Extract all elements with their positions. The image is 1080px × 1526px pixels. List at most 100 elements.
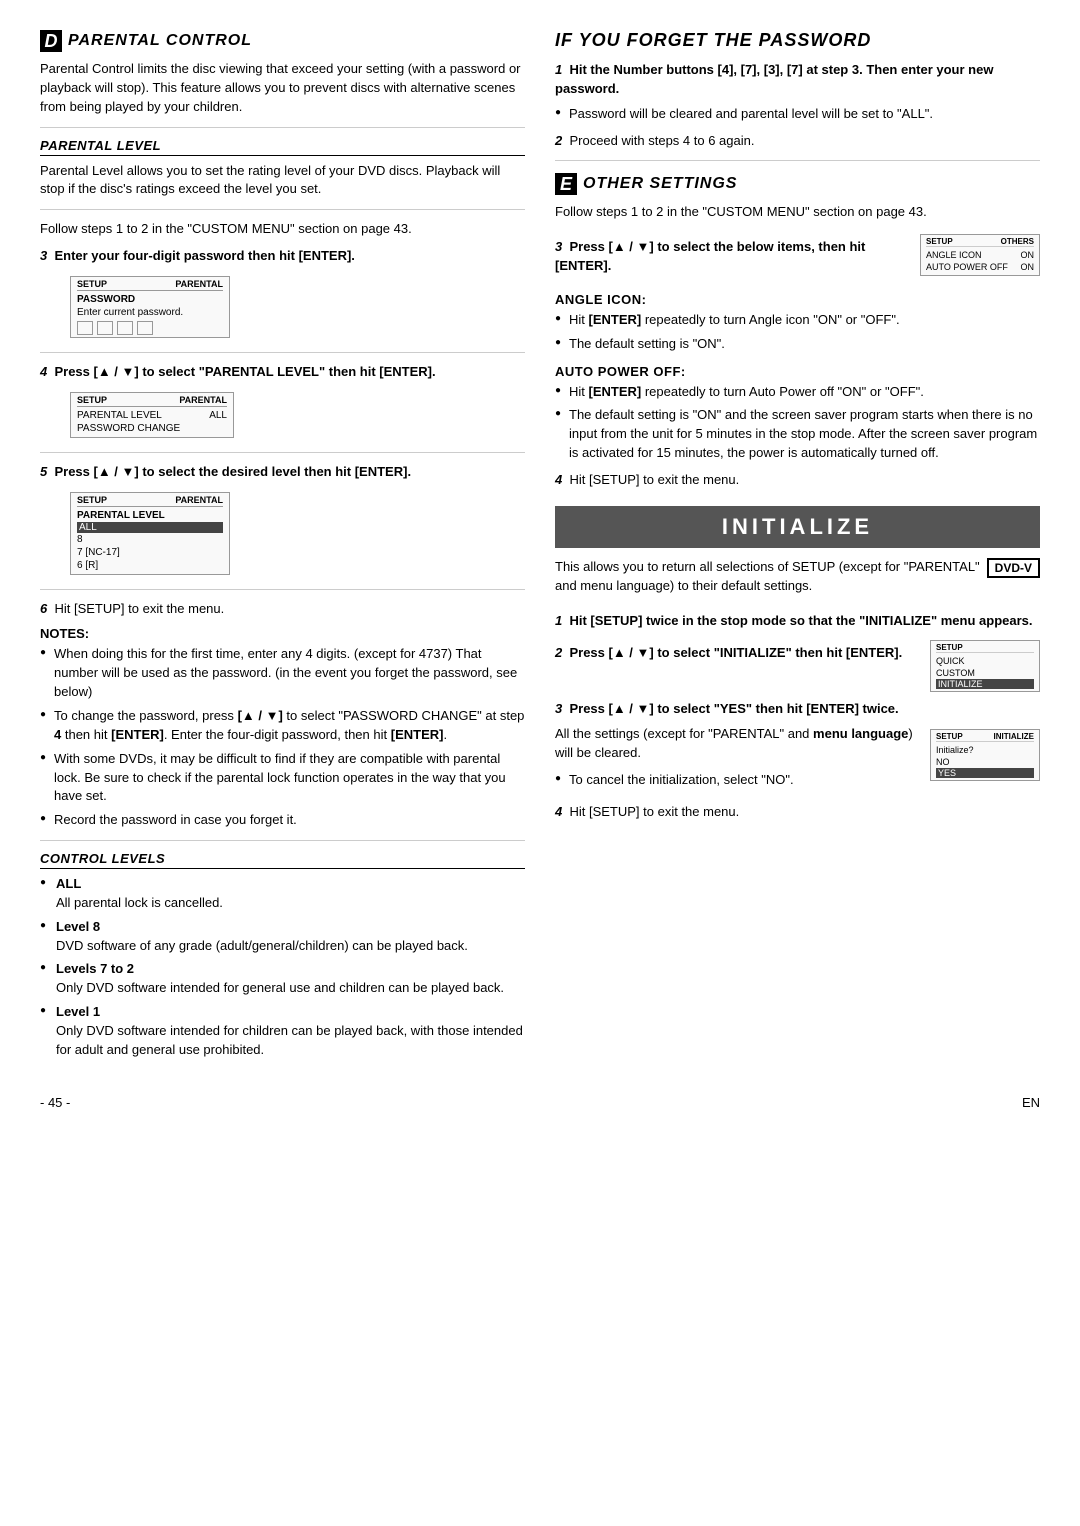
init-step2-content: 2 Press [▲ / ▼] to select "INITIALIZE" t… (555, 636, 920, 669)
section-e-title: OTHER SETTINGS (583, 175, 737, 193)
auto-bullet-1: Hit [ENTER] repeatedly to turn Auto Powe… (555, 383, 1040, 402)
level-7to2-text: Only DVD software intended for general u… (56, 980, 504, 995)
screen-others-row1: ANGLE ICON ON (926, 249, 1034, 261)
step-6: 6 Hit [SETUP] to exit the menu. (40, 600, 525, 619)
screen1-header-left: SETUP (77, 279, 107, 289)
if-step-1: 1 Hit the Number buttons [4], [7], [3], … (555, 61, 1040, 99)
screen-init3-header: SETUP INITIALIZE (936, 732, 1034, 742)
step3e-text: Press [▲ / ▼] to select the below items,… (555, 239, 865, 273)
screen1-header-right: PARENTAL (175, 279, 223, 289)
note-2: To change the password, press [▲ / ▼] to… (40, 707, 525, 745)
step5-num: 5 (40, 464, 47, 479)
divider-5 (40, 589, 525, 590)
screen2-row1-val: ALL (209, 410, 227, 421)
screen-others-row1-val: ON (1021, 250, 1035, 260)
level-8-text: DVD software of any grade (adult/general… (56, 938, 468, 953)
screen-init3-row-yes: YES (936, 768, 1034, 778)
section-d-intro: Parental Control limits the disc viewing… (40, 60, 525, 117)
divider-1 (40, 127, 525, 128)
step4-num: 4 (40, 364, 47, 379)
screen-password: SETUP PARENTAL PASSWORD Enter current pa… (70, 276, 230, 338)
if-step1-text: Hit the Number buttons [4], [7], [3], [7… (555, 62, 993, 96)
screen1-row2: Enter current password. (77, 306, 223, 319)
step4e-text: Hit [SETUP] to exit the menu. (569, 472, 739, 487)
init-step3-text: Press [▲ / ▼] to select "YES" then hit [… (569, 701, 898, 716)
init-step1-num: 1 (555, 613, 562, 628)
screen3-row0: PARENTAL LEVEL (77, 509, 223, 522)
screen1-inputs (77, 321, 223, 335)
init-step-1: 1 Hit [SETUP] twice in the stop mode so … (555, 612, 1040, 631)
screen-others: SETUP OTHERS ANGLE ICON ON AUTO POWER OF… (920, 234, 1040, 276)
screen-others-row1-label: ANGLE ICON (926, 250, 982, 260)
level-7to2-label: Levels 7 to 2 (56, 961, 134, 976)
parental-level-heading: PARENTAL LEVEL (40, 138, 525, 156)
step3-others-content: 3 Press [▲ / ▼] to select the below item… (555, 230, 910, 282)
section-e-letter: E (555, 173, 577, 195)
init-step-3: 3 Press [▲ / ▼] to select "YES" then hit… (555, 700, 1040, 719)
step3-others-row: 3 Press [▲ / ▼] to select the below item… (555, 230, 1040, 282)
control-levels-list: ALLAll parental lock is cancelled. Level… (40, 875, 525, 1060)
left-column: D PARENTAL CONTROL Parental Control limi… (40, 30, 525, 1065)
screen3-header-left: SETUP (77, 495, 107, 505)
step-3-others: 3 Press [▲ / ▼] to select the below item… (555, 238, 910, 276)
screen-init-2: SETUP QUICK CUSTOM INITIALIZE (930, 640, 1040, 692)
section-d-header: D PARENTAL CONTROL (40, 30, 525, 52)
step-5-level: 5 Press [▲ / ▼] to select the desired le… (40, 463, 525, 482)
init-step3-bullets: To cancel the initialization, select "NO… (555, 771, 920, 790)
screen-others-header: SETUP OTHERS (926, 237, 1034, 247)
auto-bullet-2: The default setting is "ON" and the scre… (555, 406, 1040, 463)
notes-list: When doing this for the first time, ente… (40, 645, 525, 830)
init-step-2: 2 Press [▲ / ▼] to select "INITIALIZE" t… (555, 644, 920, 663)
screen1-header: SETUP PARENTAL (77, 279, 223, 291)
input-box-1 (77, 321, 93, 335)
init-bullet-1: To cancel the initialization, select "NO… (555, 771, 920, 790)
init-step3-num: 3 (555, 701, 562, 716)
screen2-row1: PARENTAL LEVEL ALL (77, 409, 227, 422)
auto-power-heading: AUTO POWER OFF: (555, 364, 1040, 379)
right-column: IF YOU FORGET THE PASSWORD 1 Hit the Num… (555, 30, 1040, 1065)
if-password-bullets: Password will be cleared and parental le… (555, 105, 1040, 124)
screen3-row-8: 8 (77, 533, 223, 546)
screen-init-3: SETUP INITIALIZE Initialize? NO YES (930, 729, 1040, 781)
angle-icon-bullets: Hit [ENTER] repeatedly to turn Angle ico… (555, 311, 1040, 354)
level-7to2: Levels 7 to 2 Only DVD software intended … (40, 960, 525, 998)
initialize-bar: INITIALIZE (555, 506, 1040, 548)
screen-init3-header-right: INITIALIZE (994, 732, 1034, 741)
screen3-header: SETUP PARENTAL (77, 495, 223, 507)
initialize-intro-row: DVD-V This allows you to return all sele… (555, 558, 1040, 604)
divider-3 (40, 352, 525, 353)
init-step4-text: Hit [SETUP] to exit the menu. (569, 804, 739, 819)
if-bullet-1: Password will be cleared and parental le… (555, 105, 1040, 124)
level-all-label: ALL (56, 876, 81, 891)
screen-others-row2-label: AUTO POWER OFF (926, 262, 1008, 272)
divider-6 (40, 840, 525, 841)
angle-icon-heading: ANGLE ICON: (555, 292, 1040, 307)
section-d-title: PARENTAL CONTROL (68, 32, 252, 50)
screen-init2-row-custom: CUSTOM (936, 667, 1034, 679)
section-e-follow: Follow steps 1 to 2 in the "CUSTOM MENU"… (555, 203, 1040, 222)
initialize-intro: This allows you to return all selections… (555, 558, 1040, 596)
auto-power-bullets: Hit [ENTER] repeatedly to turn Auto Powe… (555, 383, 1040, 463)
screen2-row1-label: PARENTAL LEVEL (77, 410, 162, 421)
init-step1-text: Hit [SETUP] twice in the stop mode so th… (569, 613, 1032, 628)
init-step4-num: 4 (555, 804, 562, 819)
if-password-title: IF YOU FORGET THE PASSWORD (555, 30, 1040, 51)
screen3-row-r: 6 [R] (77, 559, 223, 572)
init-step3-intro: All the settings (except for "PARENTAL" … (555, 725, 920, 763)
step4-text: Press [▲ / ▼] to select "PARENTAL LEVEL"… (54, 364, 435, 379)
step4e-num: 4 (555, 472, 562, 487)
angle-bullet-1: Hit [ENTER] repeatedly to turn Angle ico… (555, 311, 1040, 330)
init-step2-num: 2 (555, 645, 562, 660)
step3-text: Enter your four-digit password then hit … (54, 248, 354, 263)
screen3-row-nc17: 7 [NC-17] (77, 546, 223, 559)
parental-level-text: Parental Level allows you to set the rat… (40, 162, 525, 200)
screen-init2-header-label: SETUP (936, 643, 963, 652)
step6-num: 6 (40, 601, 47, 616)
screen-others-row2-val: ON (1021, 262, 1035, 272)
step3e-num: 3 (555, 239, 562, 254)
divider-r1 (555, 160, 1040, 161)
footer-lang: EN (1022, 1095, 1040, 1110)
note-3: With some DVDs, it may be difficult to f… (40, 750, 525, 807)
step-4-parental: 4 Press [▲ / ▼] to select "PARENTAL LEVE… (40, 363, 525, 382)
step5-text: Press [▲ / ▼] to select the desired leve… (54, 464, 411, 479)
